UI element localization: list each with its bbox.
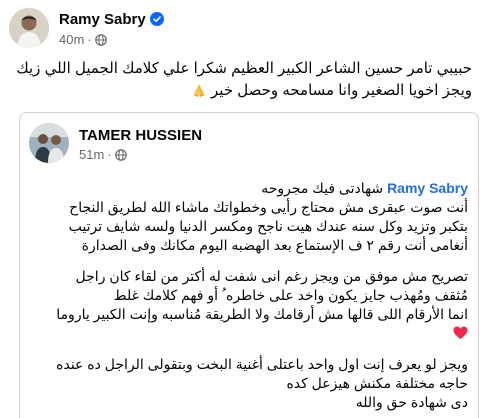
post-message-line-1: حبيبي تامر حسين الشاعر الكبير العظيم شكر… — [16, 60, 472, 77]
shared-text-line: حاجه مختلفة مكنش هيزعل كده — [286, 375, 468, 391]
shared-intro-text: شهادتى فيك مجروحه — [261, 180, 384, 196]
post-message: حبيبي تامر حسين الشاعر الكبير العظيم شكر… — [12, 58, 472, 102]
post-timestamp[interactable]: 40m — [59, 32, 84, 47]
post-message-line-2: ويجز اخويا الصغير وانا مسامحه وحصل خير — [211, 82, 472, 99]
shared-meta-separator: · — [107, 147, 112, 162]
shared-text-line: مُثقف ومُهذب جايز يكون واخد على خاطره ُ … — [113, 287, 468, 303]
shared-text-line: أنغامى أنت رقم ٢ ف الإستماع بعد الهضبه ا… — [81, 237, 468, 253]
post-header: Ramy Sabry 40m · — [9, 6, 479, 50]
shared-paragraph-1: Ramy Sabry شهادتى فيك مجروحه أنت صوت عبق… — [28, 179, 468, 255]
globe-icon[interactable] — [94, 34, 107, 46]
shared-post-meta: 51m · — [79, 147, 127, 162]
shared-intro-line: Ramy Sabry شهادتى فيك مجروحه — [28, 179, 468, 198]
heart-line — [28, 324, 468, 343]
shared-text-line: أنت صوت عبقرى مش محتاج رأيى وخطواتك ماشا… — [69, 199, 468, 215]
shared-text-line: ويجز لو يعرف إنت اول واحد باعتلى أغنية ا… — [56, 356, 468, 372]
shared-text-line: بتكبر وتزيد وكل سنه عندك هيت ناجح ومكسر … — [68, 218, 468, 234]
facebook-post: Ramy Sabry 40m · حبيبي تامر حسين الشاعر ا… — [0, 0, 486, 418]
author-name[interactable]: Ramy Sabry — [59, 11, 164, 28]
author-name-text[interactable]: Ramy Sabry — [59, 11, 146, 28]
folded-hands-emoji-icon — [192, 84, 206, 97]
verified-badge-icon — [149, 12, 164, 26]
mention-ramy-sabry[interactable]: Ramy Sabry — [387, 180, 468, 196]
post-meta: 40m · — [59, 32, 107, 47]
shared-text-line: انما الأرقام اللى قالها مش أرقامك ولا ال… — [56, 306, 468, 322]
shared-post-timestamp[interactable]: 51m — [79, 147, 104, 162]
shared-paragraph-3: ويجز لو يعرف إنت اول واحد باعتلى أغنية ا… — [28, 355, 468, 412]
post-message-line-2-wrap: ويجز اخويا الصغير وانا مسامحه وحصل خير — [12, 80, 472, 102]
author-avatar[interactable] — [9, 8, 49, 48]
shared-post-card[interactable]: TAMER HUSSIEN 51m · Ramy Sabry شهادتى فيك… — [19, 112, 479, 418]
shared-text-line: دى شهادة حق والله — [355, 394, 468, 410]
shared-text-line: تصريح مش موفق من ويجز رغم انى شفت له أكت… — [75, 268, 468, 284]
meta-separator: · — [87, 32, 92, 47]
red-heart-emoji-icon — [453, 326, 468, 340]
shared-author-name[interactable]: TAMER HUSSIEN — [79, 127, 202, 144]
shared-paragraph-2: تصريح مش موفق من ويجز رغم انى شفت له أكت… — [28, 267, 468, 343]
shared-author-avatar[interactable] — [29, 123, 69, 163]
shared-post-message: Ramy Sabry شهادتى فيك مجروحه أنت صوت عبق… — [28, 179, 468, 418]
globe-icon[interactable] — [114, 149, 127, 161]
